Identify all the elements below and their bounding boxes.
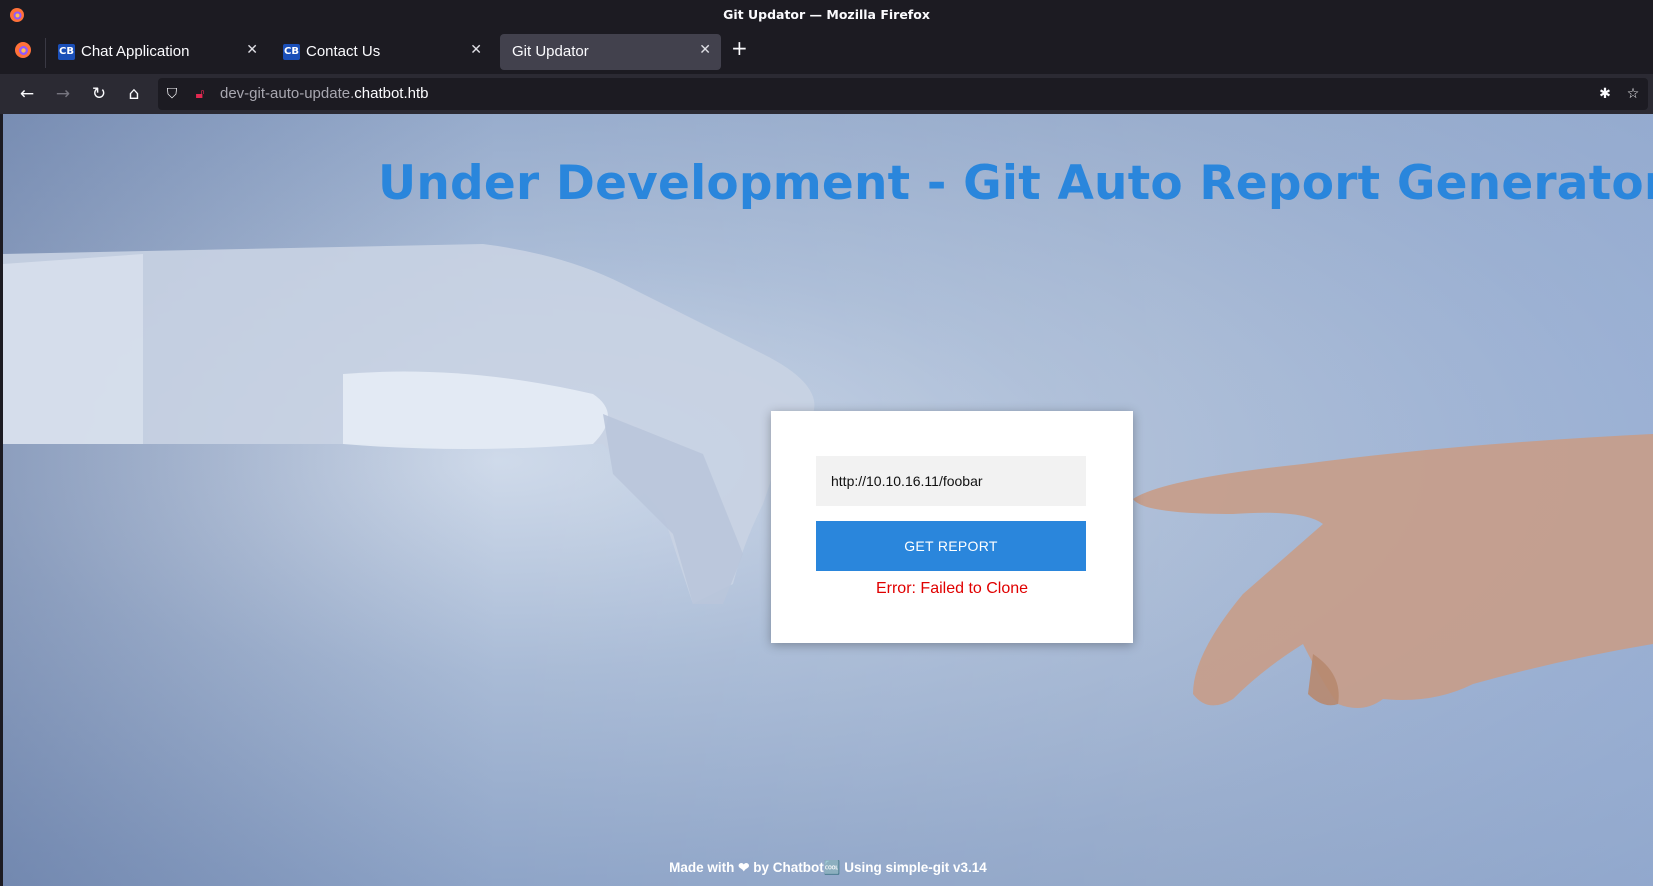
reload-icon[interactable]: ↻	[88, 83, 110, 105]
tab-label: Chat Application	[81, 43, 190, 60]
close-icon[interactable]: ✕	[699, 42, 711, 58]
url-host: chatbot.htb	[354, 85, 429, 102]
insecure-lock-icon[interactable]: 🔓︎	[191, 85, 209, 103]
address-bar[interactable]: ⛉ 🔓︎ dev-git-auto-update.chatbot.htb ✱ ☆	[158, 78, 1648, 110]
tab-contact-us[interactable]: CB Contact Us ✕	[272, 34, 492, 70]
tab-git-updator[interactable]: Git Updator ✕	[500, 34, 721, 70]
chatbot-favicon-icon: CB	[58, 44, 75, 60]
tab-chat-application[interactable]: CB Chat Application ✕	[47, 34, 268, 70]
window-titlebar: Git Updator — Mozilla Firefox	[0, 0, 1653, 30]
tab-label: Git Updator	[512, 43, 589, 60]
page-title: Under Development - Git Auto Report Gene…	[378, 156, 1653, 211]
get-report-button[interactable]: GET REPORT	[816, 521, 1086, 571]
page-footer: Made with ❤ by Chatbot🆒 Using simple-git…	[669, 860, 987, 875]
bookmark-star-icon[interactable]: ☆	[1624, 85, 1642, 103]
report-form: GET REPORT Error: Failed to Clone	[771, 411, 1133, 643]
forward-icon[interactable]: →	[52, 83, 74, 105]
shield-icon[interactable]: ⛉	[163, 85, 181, 103]
tab-strip: CB Chat Application ✕ CB Contact Us ✕ Gi…	[0, 30, 1653, 74]
new-tab-button[interactable]: +	[731, 38, 748, 58]
tab-label: Contact Us	[306, 43, 381, 60]
repo-url-input[interactable]	[816, 456, 1086, 506]
close-icon[interactable]: ✕	[246, 42, 258, 58]
extension-icon[interactable]: ✱	[1596, 85, 1614, 103]
url-text[interactable]: dev-git-auto-update.chatbot.htb	[220, 85, 429, 102]
window-title: Git Updator — Mozilla Firefox	[723, 7, 930, 22]
firefox-view-icon[interactable]	[14, 41, 32, 59]
chatbot-favicon-icon: CB	[283, 44, 300, 60]
home-icon[interactable]: ⌂	[123, 83, 145, 105]
url-subdomain: dev-git-auto-update.	[220, 85, 355, 102]
tab-separator	[45, 38, 46, 68]
navigation-toolbar: ← → ↻ ⌂ ⛉ 🔓︎ dev-git-auto-update.chatbot…	[0, 74, 1653, 114]
error-message: Error: Failed to Clone	[875, 580, 1029, 597]
back-icon[interactable]: ←	[16, 83, 38, 105]
close-icon[interactable]: ✕	[470, 42, 482, 58]
page-viewport: Under Development - Git Auto Report Gene…	[3, 114, 1653, 886]
